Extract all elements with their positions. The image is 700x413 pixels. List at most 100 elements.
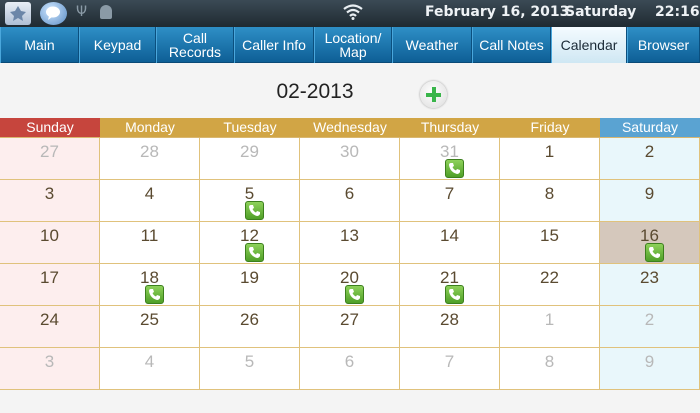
day-cell[interactable]: 23 — [600, 264, 700, 306]
status-bar: Ψ February 16, 2013 Saturday 22:16 — [0, 0, 700, 27]
calendar-week: 3 4 5 6 7 8 9 — [0, 180, 700, 222]
month-title: 02-2013 — [276, 80, 354, 103]
day-cell[interactable]: 24 — [0, 306, 100, 348]
tab-bar: Main Keypad Call Records Caller Info Locatio… — [0, 27, 700, 63]
app-shortcut-icon[interactable] — [5, 2, 31, 25]
tab-call-notes[interactable]: Call Notes — [472, 27, 551, 63]
day-cell[interactable]: 2 — [600, 138, 700, 180]
tab-keypad[interactable]: Keypad — [79, 27, 156, 63]
day-cell[interactable]: 12 — [200, 222, 300, 264]
calendar-week: 3 4 5 6 7 8 9 — [0, 348, 700, 390]
day-cell[interactable]: 7 — [400, 180, 500, 222]
phone-icon[interactable] — [445, 285, 464, 304]
phone-icon[interactable] — [645, 243, 664, 262]
day-cell[interactable]: 1 — [500, 138, 600, 180]
day-number: 9 — [644, 352, 655, 371]
weekday-monday: Monday — [100, 118, 200, 137]
day-cell[interactable]: 22 — [500, 264, 600, 306]
day-number: 27 — [340, 310, 359, 329]
day-number: 4 — [144, 184, 155, 203]
day-cell[interactable]: 8 — [500, 348, 600, 390]
day-number: 7 — [444, 352, 455, 371]
day-cell[interactable]: 5 — [200, 180, 300, 222]
day-cell[interactable]: 3 — [0, 180, 100, 222]
calendar-week: 24 25 26 27 28 1 2 — [0, 306, 700, 348]
calendar-grid: Sunday Monday Tuesday Wednesday Thursday Frid… — [0, 118, 700, 390]
day-cell[interactable]: 29 — [200, 138, 300, 180]
day-number: 28 — [140, 142, 159, 161]
chat-bubble-icon[interactable] — [40, 2, 67, 25]
day-number: 24 — [40, 310, 59, 329]
weekday-header: Sunday Monday Tuesday Wednesday Thursday Frid… — [0, 118, 700, 137]
weekday-saturday: Saturday — [600, 118, 700, 137]
day-number: 27 — [40, 142, 59, 161]
day-number: 2 — [644, 142, 655, 161]
day-number: 9 — [644, 184, 655, 203]
day-number: 13 — [340, 226, 359, 245]
day-cell[interactable]: 15 — [500, 222, 600, 264]
tab-calendar[interactable]: Calendar — [551, 27, 627, 63]
day-cell[interactable]: 13 — [300, 222, 400, 264]
day-cell[interactable]: 2 — [600, 306, 700, 348]
day-number: 7 — [444, 184, 455, 203]
tab-call-records[interactable]: Call Records — [156, 27, 234, 63]
day-cell[interactable]: 31 — [400, 138, 500, 180]
weekday-thursday: Thursday — [400, 118, 500, 137]
status-day: Saturday — [565, 4, 637, 20]
day-number: 29 — [240, 142, 259, 161]
day-cell[interactable]: 8 — [500, 180, 600, 222]
day-number: 6 — [344, 184, 355, 203]
day-cell[interactable]: 4 — [100, 180, 200, 222]
day-cell[interactable]: 28 — [100, 138, 200, 180]
day-cell[interactable]: 7 — [400, 348, 500, 390]
day-cell[interactable]: 27 — [0, 138, 100, 180]
tab-caller-info[interactable]: Caller Info — [234, 27, 314, 63]
day-number: 4 — [144, 352, 155, 371]
day-cell[interactable]: 26 — [200, 306, 300, 348]
day-cell[interactable]: 14 — [400, 222, 500, 264]
day-number: 19 — [240, 268, 259, 287]
day-cell[interactable]: 20 — [300, 264, 400, 306]
day-number: 25 — [140, 310, 159, 329]
day-cell-today[interactable]: 16 — [600, 222, 700, 264]
day-cell[interactable]: 9 — [600, 180, 700, 222]
day-number: 14 — [440, 226, 459, 245]
day-number: 3 — [44, 352, 55, 371]
day-cell[interactable]: 4 — [100, 348, 200, 390]
phone-icon[interactable] — [245, 201, 264, 220]
day-cell[interactable]: 11 — [100, 222, 200, 264]
weekday-sunday: Sunday — [0, 118, 100, 137]
weekday-tuesday: Tuesday — [200, 118, 300, 137]
tab-main[interactable]: Main — [0, 27, 79, 63]
day-cell[interactable]: 10 — [0, 222, 100, 264]
phone-icon[interactable] — [345, 285, 364, 304]
day-cell[interactable]: 9 — [600, 348, 700, 390]
phone-icon[interactable] — [245, 243, 264, 262]
day-cell[interactable]: 17 — [0, 264, 100, 306]
day-cell[interactable]: 19 — [200, 264, 300, 306]
add-event-button[interactable] — [420, 81, 447, 108]
wifi-icon — [343, 4, 363, 24]
status-time: 22:16 — [655, 4, 700, 20]
day-cell[interactable]: 21 — [400, 264, 500, 306]
day-number: 17 — [40, 268, 59, 287]
day-cell[interactable]: 5 — [200, 348, 300, 390]
tab-browser[interactable]: Browser — [627, 27, 700, 63]
day-cell[interactable]: 30 — [300, 138, 400, 180]
weekday-friday: Friday — [500, 118, 600, 137]
tab-location-map[interactable]: Location/ Map — [314, 27, 392, 63]
day-cell[interactable]: 18 — [100, 264, 200, 306]
day-cell[interactable]: 1 — [500, 306, 600, 348]
calendar-week: 10 11 12 13 14 15 16 — [0, 222, 700, 264]
day-cell[interactable]: 6 — [300, 348, 400, 390]
day-cell[interactable]: 27 — [300, 306, 400, 348]
phone-icon[interactable] — [145, 285, 164, 304]
status-date: February 16, 2013 — [425, 4, 570, 20]
day-cell[interactable]: 25 — [100, 306, 200, 348]
day-number: 15 — [540, 226, 559, 245]
day-cell[interactable]: 6 — [300, 180, 400, 222]
day-cell[interactable]: 3 — [0, 348, 100, 390]
day-cell[interactable]: 28 — [400, 306, 500, 348]
phone-icon[interactable] — [445, 159, 464, 178]
tab-weather[interactable]: Weather — [392, 27, 472, 63]
